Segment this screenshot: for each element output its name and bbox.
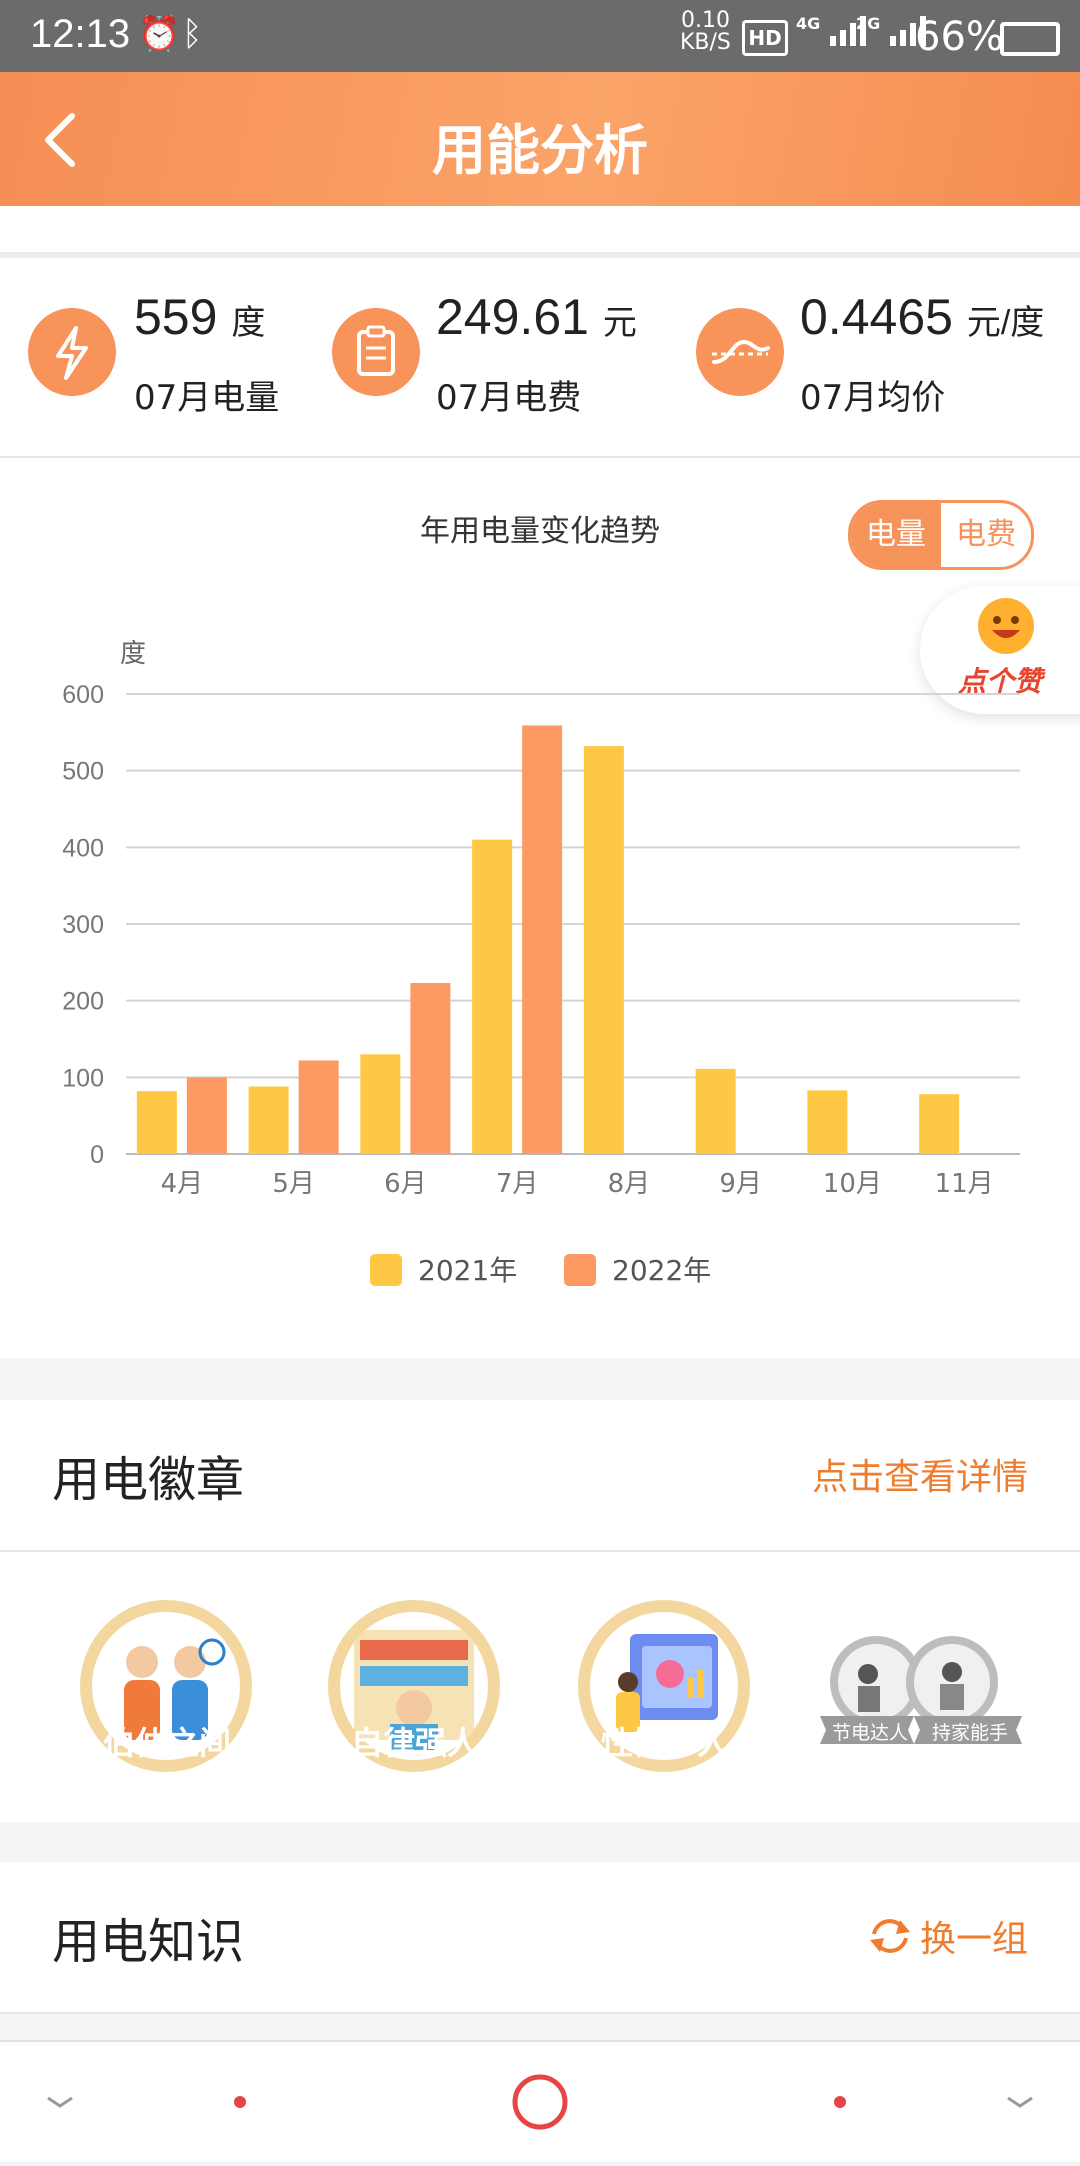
bar-chart: 度 0 100 200 300 400 500 600 4月 5月 6月 7月 8月 9月 10月 11月 20… <box>62 639 1020 1287</box>
y-tick-label: 400 <box>62 834 104 862</box>
legend-label-2021: 2021年 <box>418 1254 517 1287</box>
battery-percent: 66% <box>915 14 1004 60</box>
badges-detail-link[interactable]: 点击查看详情 <box>812 1448 1028 1500</box>
bill-icon <box>332 308 420 396</box>
hd-icon: HD <box>742 20 788 56</box>
refresh-label: 换一组 <box>919 1919 1028 1960</box>
bar-2022 <box>410 983 451 1154</box>
stat-cost: 249.61 元 <box>436 288 637 346</box>
nav-chevron-right-icon[interactable] <box>1007 2096 1033 2108</box>
badges-title: 用电徽章 <box>52 1452 245 1508</box>
trend-icon <box>696 308 784 396</box>
y-tick-label: 200 <box>62 988 104 1016</box>
battery-icon <box>1000 22 1060 56</box>
legend-swatch-2021 <box>370 1254 402 1286</box>
sig1-label: 4G <box>796 14 821 33</box>
lightning-icon <box>28 308 116 396</box>
badge-2[interactable]: 自律强人 <box>300 1600 530 1800</box>
section-gap <box>0 1358 1080 1400</box>
header-spacer <box>0 206 1080 258</box>
bar-2022 <box>186 1077 227 1154</box>
badge-ribbon: 性情中人 <box>600 1724 729 1762</box>
chart-mode-toggle: 电量 电费 <box>848 500 1034 570</box>
stat-cost-label: 07月电费 <box>436 378 582 418</box>
badge-ribbon: 自律强人 <box>350 1724 479 1762</box>
legend-swatch-2022 <box>564 1254 596 1286</box>
bar-2021 <box>583 746 624 1154</box>
bar-2021 <box>136 1091 177 1154</box>
toggle-electricity[interactable]: 电量 <box>851 503 941 567</box>
y-tick-label: 600 <box>62 681 104 709</box>
nav-dot-left[interactable] <box>234 2096 246 2108</box>
y-tick-label: 100 <box>62 1064 104 1092</box>
grey-badges-icon <box>820 1636 1022 1744</box>
net-speed-value: 0.10 <box>680 8 730 33</box>
locked-badges[interactable]: 节电达人 持家能手 <box>816 1630 1026 1770</box>
legend-label-2022: 2022年 <box>612 1254 711 1287</box>
bar-2022 <box>298 1060 339 1154</box>
knowledge-title: 用电知识 <box>52 1914 245 1970</box>
net-speed-unit: KB/S <box>680 30 731 55</box>
stat-avg-price-value: 0.4465 <box>800 289 953 345</box>
stat-avg-price-label: 07月均价 <box>800 378 946 418</box>
section-gap <box>0 1822 1080 1862</box>
status-time: 12:13 <box>30 12 131 56</box>
x-tick-label: 8月 <box>608 1169 651 1199</box>
toggle-cost[interactable]: 电费 <box>941 503 1031 567</box>
usage-chart-card: 年用电量变化趋势 电量 电费 点个赞 度 0 100 200 300 400 500 600 4… <box>0 458 1080 1358</box>
stat-cost-unit: 元 <box>602 304 637 342</box>
sig2-label: 2G <box>856 14 881 33</box>
badges-row: 伯仲之间 自律强人 性情中人 节电达人 持家能手 <box>0 1552 1080 1822</box>
stat-avg-price-unit: 元/度 <box>966 304 1045 342</box>
grey-badge-a-label: 节电达人 <box>831 1722 908 1744</box>
refresh-icon <box>869 1919 910 1953</box>
x-tick-label: 10月 <box>823 1169 882 1199</box>
x-tick-label: 4月 <box>161 1169 204 1199</box>
nav-dot-right[interactable] <box>834 2096 846 2108</box>
page-title: 用能分析 <box>432 119 648 182</box>
badge-1[interactable]: 伯仲之间 <box>52 1600 282 1800</box>
x-tick-label: 6月 <box>384 1169 427 1199</box>
stat-electricity-label: 07月电量 <box>134 378 280 418</box>
x-tick-label: 9月 <box>719 1169 762 1199</box>
x-tick-label: 5月 <box>272 1169 315 1199</box>
alarm-icon: ⏰ <box>138 14 181 54</box>
bar-2022 <box>522 725 563 1154</box>
bluetooth-icon: ᛒ <box>182 14 203 54</box>
bar-2021 <box>472 839 513 1154</box>
home-button[interactable] <box>512 2074 568 2130</box>
bar-2021 <box>248 1086 289 1154</box>
stat-cost-value: 249.61 <box>436 289 589 345</box>
x-tick-label: 7月 <box>496 1169 539 1199</box>
grey-badge-b-label: 持家能手 <box>931 1722 1008 1744</box>
badge-ribbon: 伯仲之间 <box>102 1724 231 1762</box>
y-tick-label: 500 <box>62 758 104 786</box>
stat-electricity: 559 度 <box>134 288 265 346</box>
status-bar: 12:13 ⏰ ᛒ 0.10 KB/S HD 4G 2G 66% <box>0 0 1080 72</box>
summary-stats: 559 度 07月电量 249.61 元 07月电费 0.4465 元/度 07… <box>0 258 1080 458</box>
y-tick-label: 300 <box>62 911 104 939</box>
knowledge-section-header: 用电知识 换一组 <box>0 1862 1080 2014</box>
bar-2021 <box>807 1090 848 1154</box>
x-tick-label: 11月 <box>935 1169 994 1199</box>
badge-3[interactable]: 性情中人 <box>550 1600 780 1800</box>
nav-chevron-left-icon[interactable] <box>47 2096 73 2108</box>
bar-2021 <box>919 1094 960 1154</box>
bar-2021 <box>695 1068 736 1154</box>
bar-2021 <box>360 1054 401 1154</box>
y-axis-label: 度 <box>120 639 146 669</box>
stat-avg-price: 0.4465 元/度 <box>800 288 1044 346</box>
stat-electricity-unit: 度 <box>231 304 266 342</box>
refresh-group-button[interactable]: 换一组 <box>866 1910 1028 1962</box>
stat-electricity-value: 559 <box>134 289 218 345</box>
app-header: 用能分析 <box>0 72 1080 206</box>
system-nav-bar <box>0 2040 1080 2162</box>
badges-section-header: 用电徽章 点击查看详情 <box>0 1400 1080 1552</box>
y-tick-label: 0 <box>90 1141 104 1169</box>
net-speed: 0.10 KB/S <box>680 10 731 54</box>
